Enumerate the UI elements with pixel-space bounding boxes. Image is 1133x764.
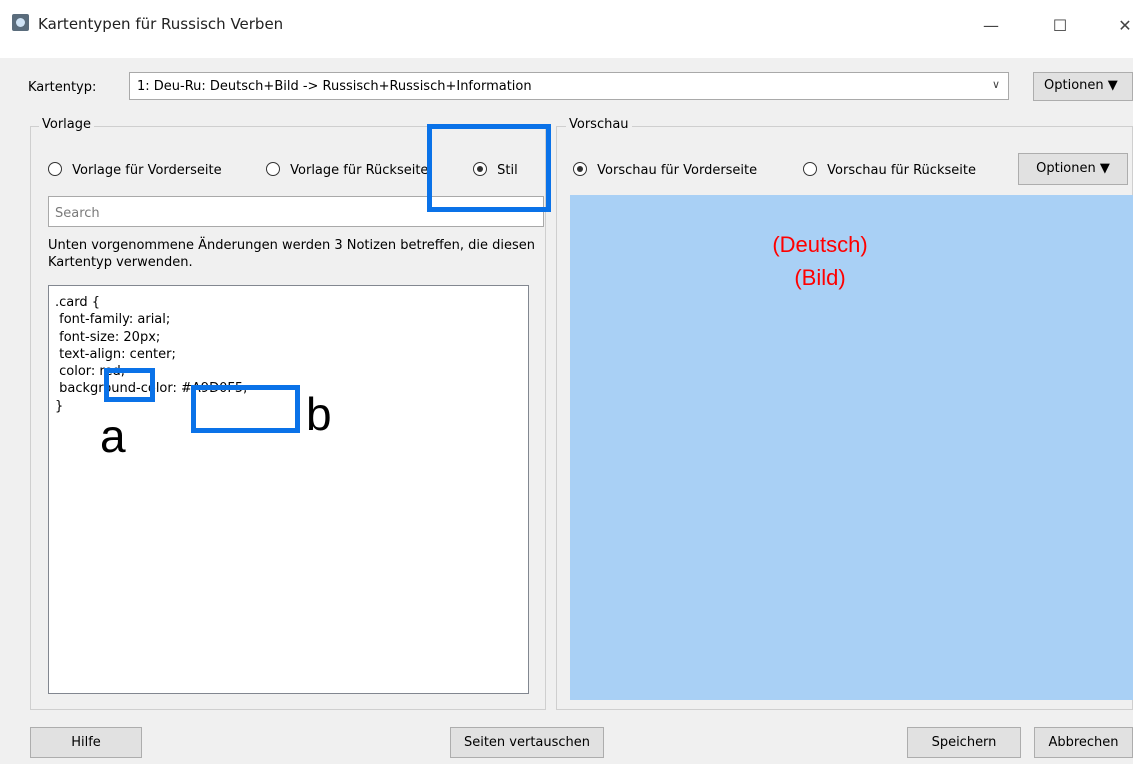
radio-icon bbox=[573, 162, 587, 176]
app-icon bbox=[12, 14, 29, 31]
radio-label: Vorschau für Rückseite bbox=[827, 163, 976, 178]
radio-label: Vorschau für Vorderseite bbox=[597, 163, 758, 178]
chevron-down-icon: ∨ bbox=[991, 78, 1000, 91]
radio-icon bbox=[266, 162, 280, 176]
minimize-button[interactable]: — bbox=[971, 14, 1011, 38]
maximize-button[interactable]: ☐ bbox=[1040, 14, 1080, 38]
highlight-stil bbox=[427, 124, 551, 212]
radio-preview-front[interactable]: Vorschau für Vorderseite bbox=[573, 162, 757, 178]
card-preview: (Deutsch) (Bild) bbox=[570, 195, 1133, 700]
card-type-value: 1: Deu-Ru: Deutsch+Bild -> Russisch+Russ… bbox=[137, 79, 532, 94]
radio-preview-back[interactable]: Vorschau für Rückseite bbox=[803, 162, 976, 178]
code-editor[interactable]: .card { font-family: arial; font-size: 2… bbox=[48, 285, 529, 694]
preview-options-button[interactable]: Optionen ▼ bbox=[1018, 153, 1128, 185]
top-options-button[interactable]: Optionen ▼ bbox=[1033, 72, 1133, 101]
template-group-title: Vorlage bbox=[39, 117, 95, 132]
highlight-red bbox=[104, 368, 155, 402]
window-title: Kartentypen für Russisch Verben bbox=[38, 15, 284, 33]
radio-icon bbox=[803, 162, 817, 176]
annotation-a: a bbox=[100, 410, 126, 462]
notice-text: Unten vorgenommene Änderungen werden 3 N… bbox=[48, 238, 536, 270]
radio-icon bbox=[48, 162, 62, 176]
radio-label: Vorlage für Rückseite bbox=[290, 163, 429, 178]
highlight-color-code bbox=[191, 385, 300, 433]
help-button[interactable]: Hilfe bbox=[30, 727, 142, 758]
radio-template-front[interactable]: Vorlage für Vorderseite bbox=[48, 162, 222, 178]
title-bar: Kartentypen für Russisch Verben — ☐ ✕ bbox=[0, 0, 1133, 58]
card-type-select[interactable]: 1: Deu-Ru: Deutsch+Bild -> Russisch+Russ… bbox=[129, 72, 1009, 100]
save-button[interactable]: Speichern bbox=[907, 727, 1021, 758]
swap-sides-button[interactable]: Seiten vertauschen bbox=[450, 727, 604, 758]
annotation-b: b bbox=[306, 388, 332, 440]
cancel-button[interactable]: Abbrechen bbox=[1034, 727, 1133, 758]
radio-label: Vorlage für Vorderseite bbox=[72, 163, 222, 178]
preview-line-bild: (Bild) bbox=[794, 265, 846, 290]
radio-template-back[interactable]: Vorlage für Rückseite bbox=[266, 162, 428, 178]
preview-group-title: Vorschau bbox=[566, 117, 632, 132]
card-type-label: Kartentyp: bbox=[28, 80, 97, 95]
preview-line-deutsch: (Deutsch) bbox=[772, 232, 868, 257]
close-button[interactable]: ✕ bbox=[1105, 14, 1133, 38]
